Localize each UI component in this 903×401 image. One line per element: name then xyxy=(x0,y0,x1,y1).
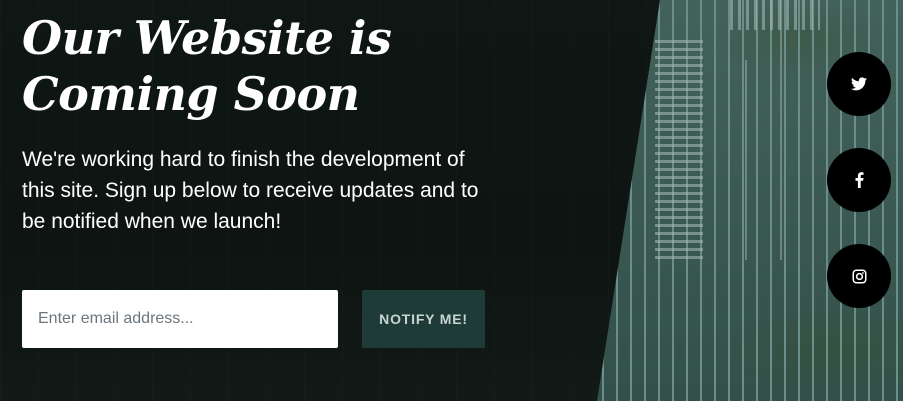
crosswalk-stripes-top xyxy=(730,0,820,30)
hero-description: We're working hard to finish the develop… xyxy=(22,148,479,233)
twitter-icon xyxy=(851,77,867,91)
twitter-button[interactable] xyxy=(827,52,891,116)
road-line xyxy=(745,60,747,260)
hero-content: Our Website is Coming Soon We're working… xyxy=(22,10,502,237)
instagram-icon xyxy=(852,269,866,283)
facebook-button[interactable] xyxy=(827,148,891,212)
notify-button[interactable]: NOTIFY ME! xyxy=(362,290,485,348)
instagram-button[interactable] xyxy=(827,244,891,308)
crosswalk-stripes xyxy=(655,40,703,260)
coming-soon-page: Our Website is Coming Soon We're working… xyxy=(0,0,903,401)
facebook-icon xyxy=(855,172,863,188)
email-input[interactable] xyxy=(22,290,338,348)
title-line-2: Coming Soon xyxy=(22,67,360,121)
title-line-1: Our Website is xyxy=(22,11,392,65)
page-title: Our Website is Coming Soon xyxy=(22,10,502,122)
road-line xyxy=(780,0,782,260)
signup-form: NOTIFY ME! xyxy=(22,290,485,348)
